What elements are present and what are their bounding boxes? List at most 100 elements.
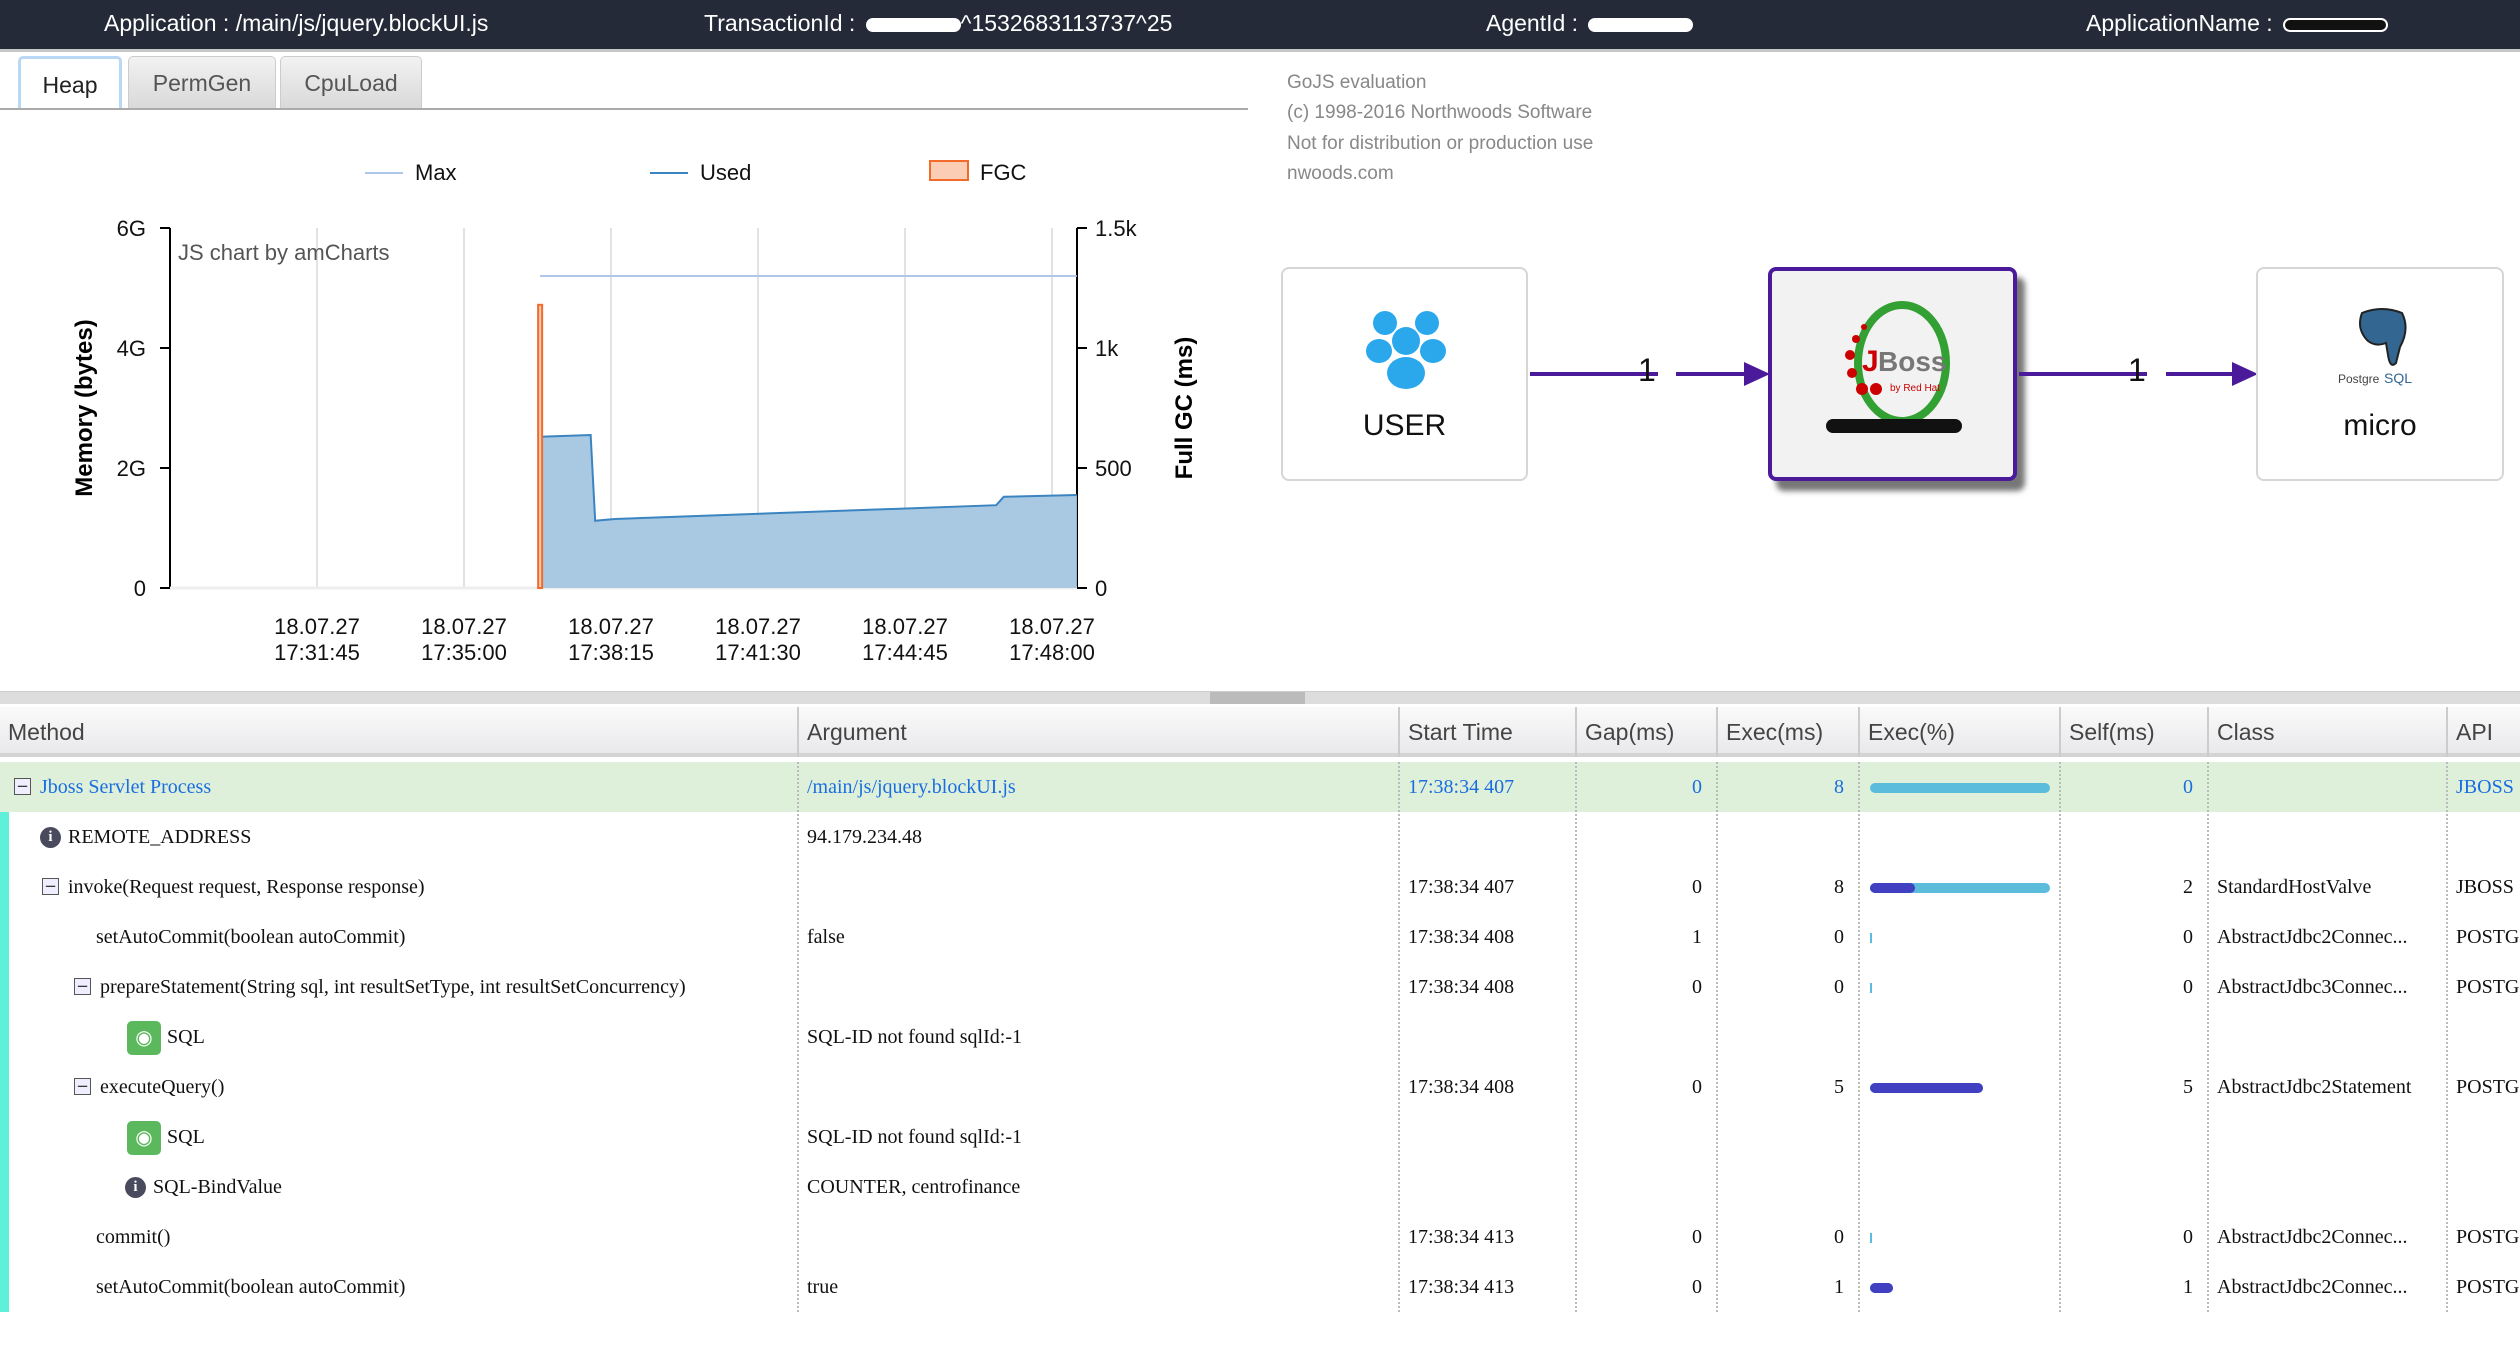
method-name: SQL (167, 1026, 205, 1048)
column-header[interactable]: Start Time (1398, 707, 1513, 757)
sql-view-icon[interactable]: ◉ (127, 1021, 161, 1055)
argument-value: SQL-ID not found sqlId:-1 (807, 1126, 1022, 1148)
table-row[interactable]: − prepareStatement(String sql, int result… (0, 962, 2520, 1012)
exec-ms: 0 (1834, 1226, 1844, 1248)
sql-view-icon[interactable]: ◉ (127, 1121, 161, 1155)
column-divider (2059, 762, 2061, 1312)
node-jboss[interactable]: J Boss by Red Hat (1768, 267, 2017, 481)
self-percent-bar (1870, 883, 1915, 893)
column-header[interactable]: Exec(ms) (1716, 707, 1823, 757)
class-name: StandardHostValve (2217, 876, 2372, 898)
method-name: invoke(Request request, Response respons… (68, 876, 425, 898)
edge-count: 1 (1638, 352, 1656, 388)
start-time: 17:38:34 408 (1408, 926, 1515, 948)
exec-ms: 0 (1834, 976, 1844, 998)
api-name: POSTGRESQL (2456, 926, 2520, 948)
collapse-toggle-icon[interactable]: − (42, 878, 59, 895)
column-header[interactable]: Exec(%) (1858, 707, 1955, 757)
legend-label[interactable]: Used (700, 160, 751, 185)
exec-ms: 8 (1834, 876, 1844, 898)
legend-label[interactable]: FGC (980, 160, 1027, 185)
self-ms: 2 (2183, 876, 2193, 898)
legend-label[interactable]: Max (415, 160, 457, 185)
start-time: 17:38:34 408 (1408, 976, 1515, 998)
x-tick-date: 18.07.27 (715, 614, 801, 639)
column-header[interactable]: Class (2207, 707, 2275, 757)
argument-value: false (807, 926, 845, 948)
table-row[interactable]: commit() 17:38:34 413 0 0 0 AbstractJdbc2Conn… (0, 1212, 2520, 1262)
class-name: AbstractJdbc2Connec... (2217, 1226, 2408, 1248)
table-row[interactable]: ◉ SQL SQL-ID not found sqlId:-1 (0, 1012, 2520, 1062)
collapse-toggle-icon[interactable]: − (74, 978, 91, 995)
method-name: executeQuery() (100, 1076, 225, 1098)
y2-tick-label: 500 (1095, 456, 1132, 481)
self-ms: 0 (2183, 1226, 2193, 1248)
column-header[interactable]: Gap(ms) (1575, 707, 1674, 757)
x-tick-time: 17:31:45 (274, 640, 360, 665)
table-row[interactable]: − invoke(Request request, Response respon… (0, 862, 2520, 912)
users-icon (1366, 311, 1446, 389)
self-ms: 1 (2183, 1276, 2193, 1298)
notice-line: GoJS evaluation (1287, 72, 1427, 93)
collapse-toggle-icon[interactable]: − (74, 1078, 91, 1095)
method-name: SQL-BindValue (153, 1176, 282, 1198)
class-name: AbstractJdbc2Statement (2217, 1076, 2412, 1098)
notice-line: Not for distribution or production use (1287, 133, 1594, 154)
x-tick-date: 18.07.27 (274, 614, 360, 639)
column-header[interactable]: Method (0, 707, 85, 757)
class-name: AbstractJdbc2Connec... (2217, 926, 2408, 948)
method-name: REMOTE_ADDRESS (68, 826, 252, 848)
column-header[interactable]: Self(ms) (2059, 707, 2155, 757)
info-icon: i (40, 827, 61, 848)
arrow-icon (1744, 362, 1770, 386)
argument-value: /main/js/jquery.blockUI.js (807, 776, 1016, 798)
exec-percent-bar (1870, 933, 1872, 943)
class-name (2217, 762, 2442, 812)
table-row[interactable]: setAutoCommit(boolean autoCommit) false 17… (0, 912, 2520, 962)
gap-ms: 0 (1692, 1276, 1702, 1298)
svg-text:Boss: Boss (1878, 346, 1946, 377)
column-divider (1398, 762, 1400, 1312)
api-name: POSTGRESQL (2456, 976, 2520, 998)
table-row[interactable]: i REMOTE_ADDRESS 94.179.234.48 (0, 812, 2520, 862)
start-time: 17:38:34 407 (1408, 876, 1515, 898)
svg-text:Postgre: Postgre (2338, 372, 2380, 386)
table-row[interactable]: setAutoCommit(boolean autoCommit) true 17:… (0, 1262, 2520, 1312)
x-tick-time: 17:41:30 (715, 640, 801, 665)
fgc-bar (537, 303, 544, 589)
table-row[interactable]: ◉ SQL SQL-ID not found sqlId:-1 (0, 1112, 2520, 1162)
split-resizer[interactable] (0, 691, 2520, 704)
argument-value: true (807, 1276, 839, 1298)
start-time: 17:38:34 413 (1408, 1226, 1515, 1248)
notice-line: nwoods.com (1287, 163, 1394, 184)
node-user[interactable]: USER (1281, 267, 1528, 481)
edge-count: 1 (2128, 352, 2146, 388)
table-row[interactable]: i SQL-BindValue COUNTER, centrofinance (0, 1162, 2520, 1212)
exec-ms: 0 (1834, 926, 1844, 948)
api-name: POSTGRESQL (2456, 1076, 2520, 1098)
gap-ms: 0 (1692, 1226, 1702, 1248)
node-micro[interactable]: Postgre SQL micro (2256, 267, 2504, 481)
column-header[interactable]: Argument (797, 707, 907, 757)
redacted-mark (1588, 17, 1694, 32)
heap-chart: 18.07.2717:31:4518.07.2717:35:0018.07.27… (71, 160, 1198, 665)
column-header[interactable]: API (2446, 707, 2493, 757)
argument-value: SQL-ID not found sqlId:-1 (807, 1026, 1022, 1048)
argument-value: COUNTER, centrofinance (807, 1176, 1021, 1198)
redacted-mark (2283, 17, 2389, 32)
x-tick-time: 17:48:00 (1009, 640, 1095, 665)
y-tick-label: 6G (117, 216, 146, 241)
argument-value: 94.179.234.48 (807, 826, 922, 848)
resize-handle[interactable] (1210, 692, 1305, 704)
self-ms: 0 (2183, 776, 2193, 798)
gap-ms: 0 (1692, 1076, 1702, 1098)
table-row[interactable]: − Jboss Servlet Process/main/js/jquery.bl… (0, 762, 2520, 812)
collapse-toggle-icon[interactable]: − (14, 778, 31, 795)
method-name: SQL (167, 1126, 205, 1148)
method-name: setAutoCommit(boolean autoCommit) (96, 926, 406, 948)
column-divider (797, 762, 799, 1312)
start-time: 17:38:34 408 (1408, 1076, 1515, 1098)
x-tick-time: 17:44:45 (862, 640, 948, 665)
table-row[interactable]: − executeQuery() 17:38:34 408 0 5 5 AbstractJd… (0, 1062, 2520, 1112)
exec-percent-bar (1870, 983, 1872, 993)
